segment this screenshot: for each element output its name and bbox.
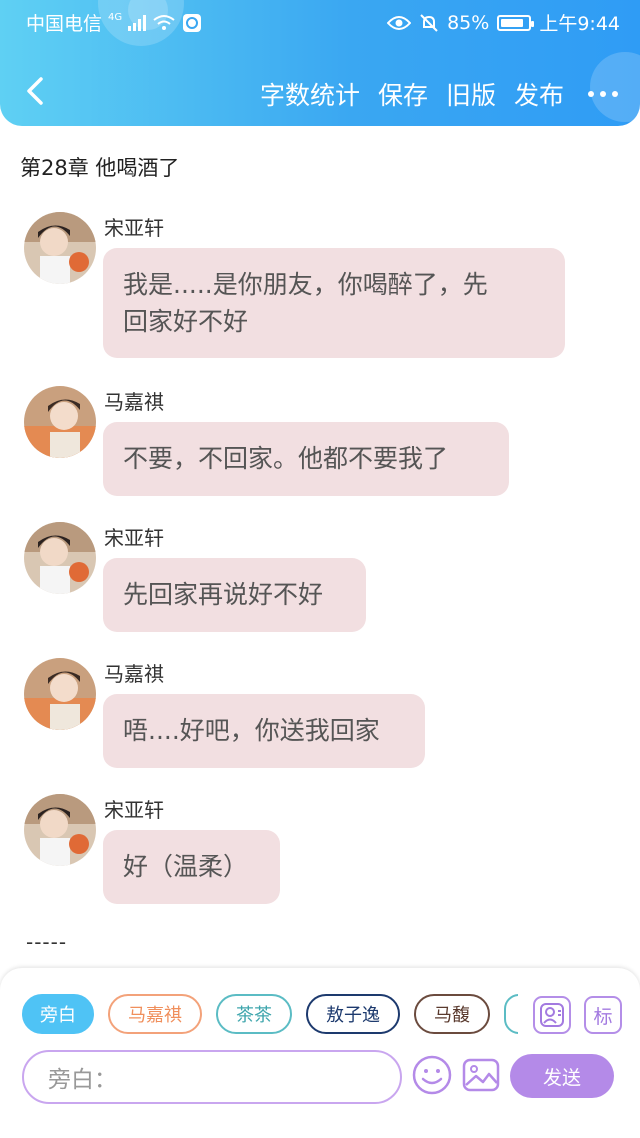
smiley-icon[interactable]: [412, 1055, 452, 1095]
message-line: 好（温柔）: [123, 852, 249, 881]
mute-bell-icon: [420, 13, 438, 32]
word-count-button[interactable]: 字数统计: [260, 76, 360, 112]
role-chip[interactable]: 马嘉祺: [108, 994, 202, 1034]
carrier-label: 中国电信: [26, 13, 103, 35]
speaker-name: 马嘉祺: [104, 662, 164, 686]
speaker-name: 宋亚轩: [104, 798, 164, 822]
send-button[interactable]: 发送: [510, 1054, 614, 1098]
wifi-icon: [153, 14, 175, 30]
role-chip-partial[interactable]: [504, 994, 518, 1034]
speaker-name: 宋亚轩: [104, 216, 164, 240]
battery-icon: [497, 14, 535, 31]
save-button[interactable]: 保存: [378, 76, 428, 112]
speaker-name: 马嘉祺: [104, 390, 164, 414]
input-placeholder: 旁白：: [48, 1067, 117, 1093]
chevron-left-icon: [27, 77, 43, 105]
battery-percent: 85%: [447, 11, 490, 34]
role-chip-narrator[interactable]: 旁白: [22, 994, 94, 1034]
app-notification-icon: [183, 13, 202, 32]
mark-button[interactable]: 标: [584, 996, 622, 1034]
message-bubble[interactable]: 好（温柔）: [103, 830, 280, 904]
publish-button[interactable]: 发布: [514, 76, 564, 112]
message-bubble[interactable]: 唔....好吧，你送我回家: [103, 694, 425, 768]
back-button[interactable]: [18, 74, 52, 108]
role-chip-list: 旁白 马嘉祺 茶茶 敖子逸 马馥: [22, 994, 518, 1036]
image-icon[interactable]: [461, 1055, 501, 1095]
divider-text: -----: [26, 930, 68, 954]
role-chip[interactable]: 马馥: [414, 994, 490, 1034]
message-bubble[interactable]: 我是.....是你朋友，你喝醉了，先 回家好不好: [103, 248, 565, 358]
signal-icon: [128, 14, 147, 31]
role-chip[interactable]: 敖子逸: [306, 994, 400, 1034]
status-bar: 中国电信 4G 85% 上午9:44: [0, 0, 640, 42]
message-bubble[interactable]: 不要，不回家。他都不要我了: [103, 422, 509, 496]
chat-editor-screen: 中国电信 4G 85% 上午9:44 字数统计 保存 旧版 发布 第28章 他喝…: [0, 0, 640, 1138]
message-line: 不要，不回家。他都不要我了: [123, 444, 449, 473]
message-line: 我是.....是你朋友，你喝醉了，先: [123, 270, 488, 299]
message-line: 唔....好吧，你送我回家: [123, 716, 380, 745]
eye-icon: [387, 15, 412, 30]
network-label: 4G: [108, 12, 123, 23]
person-card-icon[interactable]: [533, 996, 571, 1034]
avatar-song[interactable]: [24, 212, 96, 284]
avatar-song[interactable]: [24, 794, 96, 866]
message-line: 回家好不好: [123, 307, 249, 336]
avatar-ma[interactable]: [24, 658, 96, 730]
top-nav: 字数统计 保存 旧版 发布: [0, 62, 640, 122]
avatar-song[interactable]: [24, 522, 96, 594]
chapter-title: 第28章 他喝酒了: [20, 156, 180, 180]
more-dots-icon[interactable]: [588, 91, 618, 97]
old-version-button[interactable]: 旧版: [446, 76, 496, 112]
dialogue-input[interactable]: 旁白：: [22, 1050, 402, 1104]
role-chip[interactable]: 茶茶: [216, 994, 292, 1034]
header: 中国电信 4G 85% 上午9:44 字数统计 保存 旧版 发布: [0, 0, 640, 126]
clock: 上午9:44: [539, 13, 620, 35]
speaker-name: 宋亚轩: [104, 526, 164, 550]
message-bubble[interactable]: 先回家再说好不好: [103, 558, 366, 632]
avatar-ma[interactable]: [24, 386, 96, 458]
input-panel: 旁白 马嘉祺 茶茶 敖子逸 马馥 标 旁白： 发送: [0, 968, 640, 1138]
message-line: 先回家再说好不好: [123, 580, 324, 609]
